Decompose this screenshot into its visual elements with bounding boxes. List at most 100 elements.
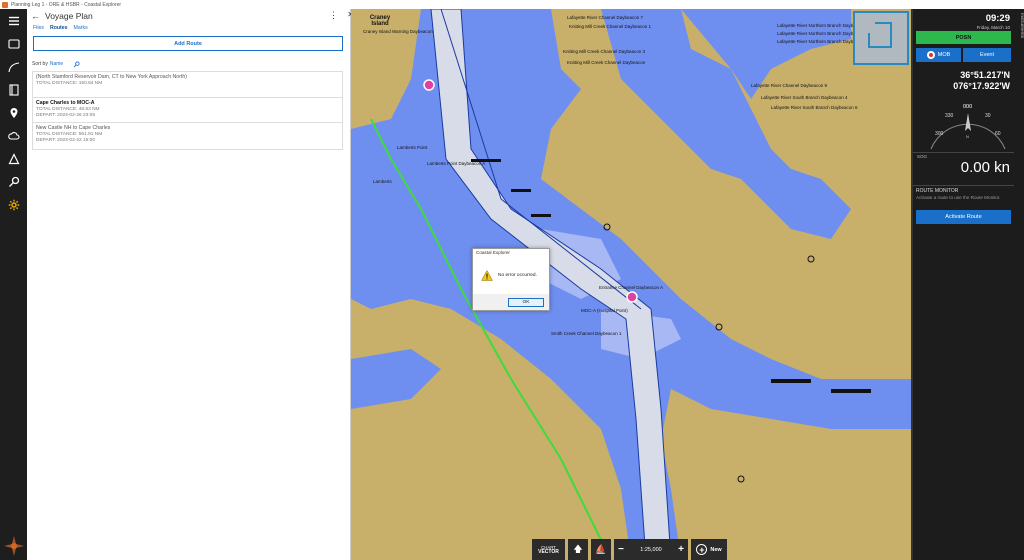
dialog-body: No error occurred. <box>473 256 549 294</box>
compass-rose-logo-icon <box>4 536 24 556</box>
chart-icon <box>7 38 20 49</box>
panel-title: Voyage Plan <box>45 11 93 21</box>
route-list: (North Stamford Reservoir Dam, CT to New… <box>32 71 343 150</box>
compass-tick: 300 <box>935 131 944 137</box>
boat-icon: ⛵ <box>595 544 607 554</box>
gear-icon <box>8 199 19 210</box>
instruments-panel: Instruments 09:29 Friday, March 10 POSN … <box>911 9 1024 560</box>
lifebuoy-icon <box>926 51 935 59</box>
zoom-control: − 1:25,000 + <box>614 539 688 560</box>
boat-center-button[interactable]: ⛵ <box>591 539 611 560</box>
sort-label: Sort by <box>32 61 48 67</box>
new-button[interactable]: + New <box>691 539 727 560</box>
new-label: New <box>710 546 722 553</box>
ok-button[interactable]: OK <box>508 297 544 307</box>
posn-button[interactable]: POSN <box>916 31 1011 44</box>
route-list-item[interactable]: Cape Charles to MOC-A TOTAL DISTANCE: 48… <box>33 98 342 124</box>
tab-marks[interactable]: Marks <box>74 25 88 31</box>
weather-button[interactable] <box>0 124 27 147</box>
mob-label: MOB <box>937 52 951 58</box>
route-monitor-title: ROUTE MONITOR <box>916 188 959 194</box>
dialog-title: Coastal Explorer <box>476 250 510 255</box>
activate-route-button[interactable]: Activate Route <box>916 210 1011 224</box>
route-distance: TOTAL DISTANCE: 48.83 NM <box>36 106 100 112</box>
longitude-readout: 076°17.922'W <box>953 81 1010 91</box>
clock-date: Friday, March 10 <box>976 25 1010 30</box>
panel-tabs: Files Routes Marks <box>27 23 350 32</box>
sog-label: SOG <box>917 154 928 159</box>
chart-label: Lafayette River Channel Daybeacon 7 <box>567 15 644 20</box>
tab-routes[interactable]: Routes <box>50 25 68 31</box>
clock-time: 09:29 <box>985 13 1010 24</box>
event-button[interactable]: Event <box>963 48 1011 62</box>
sort-bar: Sort by Name <box>27 60 350 68</box>
app-icon <box>2 1 8 8</box>
chart-button[interactable] <box>0 32 27 55</box>
triangle-button[interactable] <box>0 147 27 170</box>
overview-inset-map[interactable] <box>853 11 909 65</box>
menu-button[interactable] <box>0 9 27 32</box>
route-name: Cape Charles to MOC-A <box>36 99 95 106</box>
compass-heading: 000 <box>963 104 972 110</box>
zoom-out-button[interactable]: − <box>618 544 624 555</box>
route-name: (North Stamford Reservoir Dam, CT to New… <box>36 74 187 80</box>
search-icon[interactable] <box>73 60 80 68</box>
add-route-button[interactable]: Add Route <box>33 36 343 51</box>
book-icon <box>8 83 19 96</box>
message-dialog: Coastal Explorer No error occurred. OK <box>472 248 550 311</box>
settings-button[interactable] <box>0 193 27 216</box>
chart-label: Knitting Mill Creek Channel Daybeacon 1 <box>569 24 652 29</box>
chart-toolbar: CHART VECTOR 🡅 ⛵ − 1:25,000 + + New <box>532 539 727 560</box>
voyage-plan-panel: ← Voyage Plan ⋮ ✕ Files Routes Marks Add… <box>27 9 354 560</box>
route-button[interactable] <box>0 55 27 78</box>
chart-label: Lafayette River Channel Daybeacon 9 <box>751 83 828 88</box>
chart-label: Entrance Channel Daybeacon A <box>599 285 664 290</box>
back-arrow-icon[interactable]: ← <box>31 11 40 21</box>
water-area <box>351 349 441 409</box>
compass-dial: 300 330 000 30 60 N <box>930 104 1006 150</box>
compass-tick: 60 <box>995 131 1001 137</box>
chart-label: Knitting Mill Creek Channel Daybeacon 3 <box>563 49 646 54</box>
nautical-chart[interactable]: Craney Island Lafayette River Channel Da… <box>351 9 911 560</box>
search-button[interactable] <box>0 170 27 193</box>
app-window: Planning Leg 1 - ORE & HSBR - Coastal Ex… <box>0 0 1024 560</box>
more-options-icon[interactable]: ⋮ <box>329 10 338 21</box>
chart-label: Lafayette River South Branch Daybeacon 6 <box>771 105 858 110</box>
zoom-in-button[interactable]: + <box>678 544 684 555</box>
compass-tick: 330 <box>945 113 954 119</box>
latitude-readout: 36°51.217'N <box>960 70 1010 80</box>
chart-label: Knitting Mill Creek Channel Daybeacon <box>567 60 646 65</box>
waypoint-marker <box>626 291 638 303</box>
route-monitor-description: Activate a route to use the Route Monito… <box>916 195 1001 200</box>
mob-button[interactable]: MOB <box>916 48 961 62</box>
instruments-tab[interactable]: Instruments <box>1014 9 1024 69</box>
warning-icon <box>481 269 493 281</box>
inset-frame-icon <box>868 22 892 48</box>
title-bar: Planning Leg 1 - ORE & HSBR - Coastal Ex… <box>0 0 351 9</box>
zoom-scale: 1:25,000 <box>640 546 662 553</box>
route-list-item[interactable]: New Castle NH to Cape Charles TOTAL DIST… <box>33 123 342 149</box>
chart-label: Lamberts Point <box>397 145 428 150</box>
route-name: New Castle NH to Cape Charles <box>36 125 111 132</box>
place-name-label: Craney Island <box>369 15 391 27</box>
chart-label: MOC-A (Hospital Point) <box>581 308 628 313</box>
triangle-icon <box>8 152 19 164</box>
marker-icon <box>10 107 17 118</box>
tab-files[interactable]: Files <box>33 25 44 31</box>
nav-rail <box>0 9 27 560</box>
dialog-message: No error occurred. <box>498 272 537 278</box>
north-up-button[interactable]: 🡅 <box>568 539 588 560</box>
marker-button[interactable] <box>0 101 27 124</box>
book-button[interactable] <box>0 78 27 101</box>
route-icon <box>7 61 19 72</box>
route-depart: DEPART: 2023-02-22 15:00 <box>36 138 96 144</box>
chart-label: Craney Island Warning Daybeacon <box>363 29 433 34</box>
panel-header: ← Voyage Plan ⋮ ✕ <box>27 9 354 23</box>
chart-mode-button[interactable]: CHART VECTOR <box>532 539 565 560</box>
search-icon <box>8 176 19 187</box>
route-list-item[interactable]: (North Stamford Reservoir Dam, CT to New… <box>33 72 342 98</box>
sort-value[interactable]: Name <box>50 61 63 67</box>
chart-label: Lamberts <box>373 179 392 184</box>
weather-icon <box>7 131 20 140</box>
compass-tick: 30 <box>985 113 991 119</box>
